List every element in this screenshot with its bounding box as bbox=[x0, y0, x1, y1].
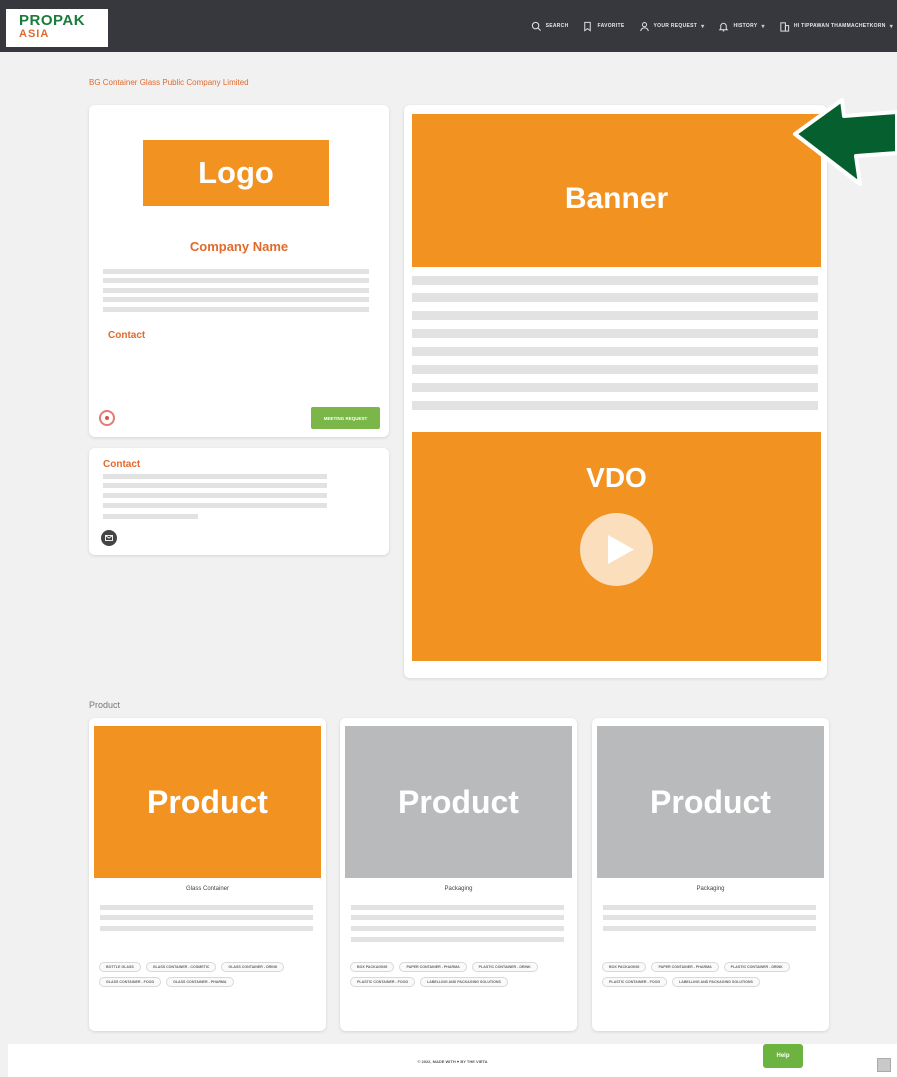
text-line bbox=[412, 347, 818, 356]
nav-menu: Search Favorite Your Request ▾ History ▾… bbox=[531, 0, 893, 52]
product-tag[interactable]: Box Packaging bbox=[602, 962, 647, 972]
nav-favorite-label: Favorite bbox=[597, 23, 625, 29]
text-line bbox=[351, 926, 564, 931]
product-tag[interactable]: Glass Container - Drink bbox=[221, 962, 285, 972]
product-tag[interactable]: Paper Container - Pharma bbox=[651, 962, 719, 972]
text-line bbox=[103, 288, 369, 293]
contact-label: Contact bbox=[103, 459, 141, 470]
meeting-request-button[interactable]: Meeting Request bbox=[311, 407, 380, 429]
banner-label: Banner bbox=[564, 182, 669, 215]
contact-card: Contact bbox=[89, 448, 389, 555]
logo-placeholder: Logo bbox=[143, 140, 329, 206]
text-line bbox=[412, 276, 818, 285]
text-line bbox=[103, 483, 327, 488]
product-tags: Box Packaging Paper Container - Pharma P… bbox=[350, 962, 570, 987]
product-card[interactable]: Product Packaging Box Packaging Paper Co… bbox=[340, 718, 577, 1031]
product-image-placeholder: Product bbox=[94, 726, 321, 878]
text-line bbox=[103, 307, 369, 312]
product-tags: Box Packaging Paper Container - Pharma P… bbox=[602, 962, 822, 987]
product-category: Glass Container bbox=[185, 886, 230, 892]
contact-label: Contact bbox=[108, 330, 146, 341]
play-icon[interactable] bbox=[580, 513, 653, 586]
text-line bbox=[351, 905, 564, 910]
product-tag[interactable]: Plastic Container - Drink bbox=[471, 962, 538, 972]
product-card[interactable]: Product Glass Container Bottle Glass Gla… bbox=[89, 718, 326, 1031]
brand-name-top: PROPAK bbox=[19, 12, 86, 29]
chevron-down-icon: ▾ bbox=[889, 23, 893, 30]
nav-user-label: Hi Tippawan Thammachetkorn bbox=[793, 23, 886, 29]
help-button[interactable]: Help bbox=[763, 1044, 803, 1068]
product-tag[interactable]: Plastic Container - Food bbox=[602, 977, 668, 987]
video-label: VDO bbox=[586, 462, 647, 493]
bell-icon bbox=[719, 22, 729, 32]
brand-name-bottom: ASIA bbox=[19, 28, 50, 40]
product-tag[interactable]: Glass Container - Pharma bbox=[166, 977, 234, 987]
product-image-placeholder: Product bbox=[345, 726, 572, 878]
text-line bbox=[603, 915, 816, 920]
video-placeholder[interactable]: VDO bbox=[412, 432, 821, 661]
search-icon bbox=[531, 21, 541, 31]
nav-search[interactable]: Search bbox=[531, 21, 569, 32]
nav-search-label: Search bbox=[545, 23, 569, 29]
product-card[interactable]: Product Packaging Box Packaging Paper Co… bbox=[592, 718, 829, 1031]
propak-asia-logo[interactable]: PROPAK ASIA bbox=[6, 9, 108, 47]
nav-favorite[interactable]: Favorite bbox=[582, 21, 624, 32]
product-tag[interactable]: Labelling and Packaging Solutions bbox=[420, 977, 508, 987]
nav-history-label: History bbox=[733, 23, 758, 29]
text-line bbox=[103, 297, 369, 302]
nav-history[interactable]: History ▾ bbox=[718, 21, 764, 32]
building-icon bbox=[780, 21, 789, 32]
text-line bbox=[412, 329, 818, 338]
product-tag[interactable]: Glass Container - Cosmetic bbox=[145, 962, 217, 972]
product-tag[interactable]: Labelling and Packaging Solutions bbox=[672, 977, 760, 987]
media-card: Banner VDO bbox=[404, 105, 827, 678]
text-line bbox=[103, 503, 327, 508]
product-tags: Bottle Glass Glass Container - Cosmetic … bbox=[99, 962, 319, 987]
text-line bbox=[351, 937, 564, 942]
text-line bbox=[351, 915, 564, 920]
text-line bbox=[603, 926, 816, 931]
text-line bbox=[103, 278, 369, 283]
company-heading: BG Container Glass Public Company Limite… bbox=[89, 78, 249, 87]
record-icon[interactable] bbox=[99, 410, 115, 426]
pointer-arrow-icon bbox=[793, 98, 897, 186]
text-line bbox=[100, 926, 313, 931]
text-line bbox=[412, 293, 818, 302]
product-tag[interactable]: Box Packaging bbox=[350, 962, 395, 972]
chevron-down-icon: ▾ bbox=[701, 23, 705, 30]
nav-your-request[interactable]: Your Request ▾ bbox=[639, 21, 705, 32]
product-category: Packaging bbox=[696, 886, 725, 892]
text-line bbox=[100, 915, 313, 920]
text-line bbox=[100, 905, 313, 910]
text-line bbox=[412, 383, 818, 392]
product-category: Packaging bbox=[444, 886, 473, 892]
text-line bbox=[103, 514, 198, 519]
text-line bbox=[103, 493, 327, 498]
top-navbar: PROPAK ASIA Search Favorite Your Request… bbox=[0, 0, 897, 52]
product-tag[interactable]: Bottle Glass bbox=[99, 962, 141, 972]
product-tag[interactable]: Plastic Container - Food bbox=[350, 977, 416, 987]
bookmark-icon bbox=[584, 21, 592, 32]
product-tag[interactable]: Paper Container - Pharma bbox=[399, 962, 467, 972]
company-name: Company Name bbox=[189, 239, 289, 254]
product-image-placeholder: Product bbox=[597, 726, 824, 878]
text-line bbox=[103, 269, 369, 274]
chevron-down-icon: ▾ bbox=[761, 23, 765, 30]
company-profile-card: Logo Company Name Contact Meeting Reques… bbox=[89, 105, 389, 437]
scroll-top-icon[interactable] bbox=[877, 1058, 891, 1072]
banner-placeholder: Banner bbox=[412, 114, 821, 267]
text-line bbox=[412, 311, 818, 320]
user-icon bbox=[639, 21, 649, 31]
text-line bbox=[412, 401, 818, 410]
nav-user-account[interactable]: Hi Tippawan Thammachetkorn ▾ bbox=[779, 21, 893, 32]
nav-your-request-label: Your Request bbox=[653, 23, 698, 29]
text-line bbox=[603, 905, 816, 910]
email-icon[interactable] bbox=[101, 530, 117, 546]
text-line bbox=[103, 474, 327, 479]
product-section-label: Product bbox=[89, 700, 121, 710]
text-line bbox=[412, 365, 818, 374]
product-tag[interactable]: Plastic Container - Drink bbox=[723, 962, 790, 972]
product-tag[interactable]: Glass Container - Food bbox=[99, 977, 162, 987]
